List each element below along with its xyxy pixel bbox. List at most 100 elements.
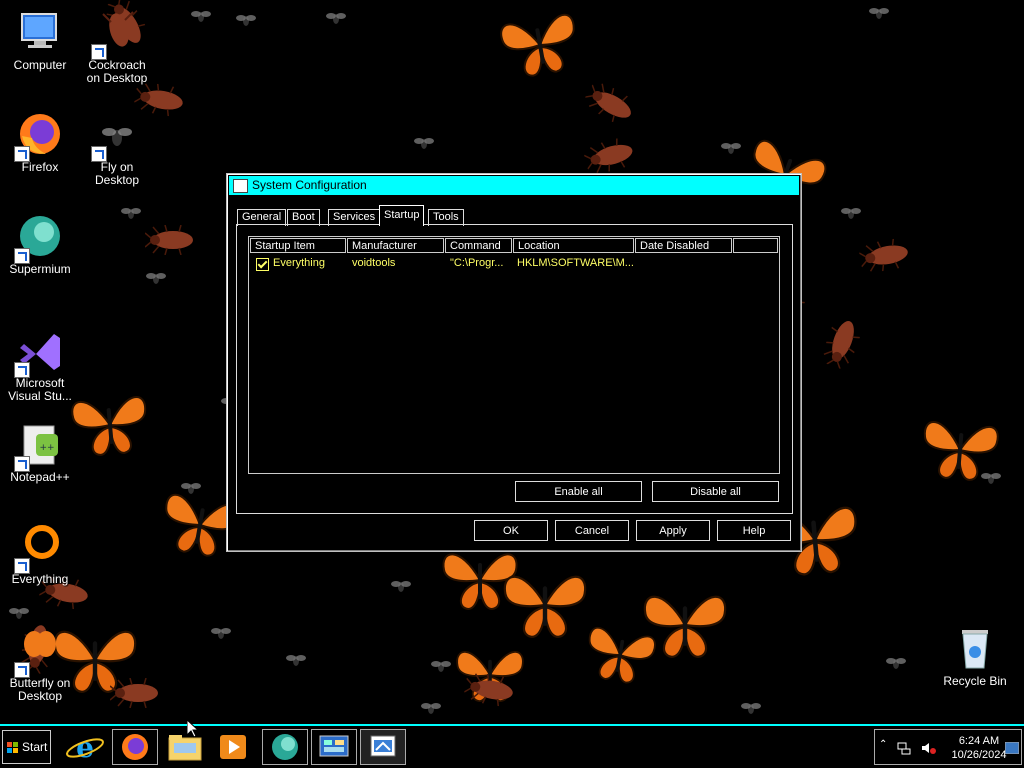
fly-decoration bbox=[8, 605, 30, 621]
column-header-location[interactable]: Location bbox=[513, 238, 634, 253]
desktop-icon-label: Butterfly on Desktop bbox=[9, 676, 71, 703]
fly-decoration bbox=[285, 652, 307, 668]
internet-explorer-icon: e bbox=[66, 731, 104, 764]
start-button[interactable]: Start bbox=[2, 730, 51, 764]
butterfly-decoration bbox=[495, 4, 586, 87]
show-desktop-icon[interactable] bbox=[1005, 742, 1019, 754]
taskbar-control-panel[interactable] bbox=[311, 729, 357, 765]
desktop-icon-fly[interactable]: Fly on Desktop bbox=[77, 118, 157, 187]
taskbar-internet-explorer[interactable]: e bbox=[62, 729, 108, 765]
notification-area: ⌃ 6:24 AM 10/26/2024 bbox=[874, 729, 1022, 765]
folder-icon bbox=[168, 735, 202, 761]
startup-tab-panel: Startup Item Manufacturer Command Locati… bbox=[236, 224, 793, 514]
desktop-icon-firefox[interactable]: Firefox bbox=[0, 110, 80, 174]
fly-decoration bbox=[390, 578, 412, 594]
table-row[interactable]: Everything voidtools "C:\Progr... HKLM\S… bbox=[249, 256, 779, 272]
desktop-icon-label: Computer bbox=[13, 58, 67, 72]
column-header-startup-item[interactable]: Startup Item bbox=[250, 238, 346, 253]
desktop-icon-butterfly[interactable]: Butterfly on Desktop bbox=[0, 626, 80, 703]
network-icon[interactable] bbox=[897, 741, 911, 755]
everything-icon bbox=[14, 522, 64, 574]
desktop-icon-recycle-bin[interactable]: Recycle Bin bbox=[935, 624, 1015, 688]
column-header-command[interactable]: Command bbox=[445, 238, 512, 253]
fly-decoration bbox=[720, 140, 742, 156]
media-player-icon bbox=[220, 735, 246, 759]
svg-text:++: ++ bbox=[39, 443, 54, 453]
firefox-icon bbox=[122, 734, 148, 760]
cell-location: HKLM\SOFTWARE\M... bbox=[517, 257, 634, 269]
taskbar-file-explorer[interactable] bbox=[162, 729, 208, 765]
windows-logo-icon bbox=[7, 742, 18, 753]
taskbar-system-configuration[interactable] bbox=[360, 729, 406, 765]
fly-decoration bbox=[980, 470, 1002, 486]
desktop-icon-everything[interactable]: Everything bbox=[0, 522, 80, 586]
column-header-date-disabled[interactable]: Date Disabled bbox=[635, 238, 732, 253]
show-hidden-icons-icon[interactable]: ⌃ bbox=[879, 739, 887, 750]
cancel-button[interactable]: Cancel bbox=[555, 520, 629, 541]
apply-button[interactable]: Apply bbox=[636, 520, 710, 541]
supermium-icon bbox=[272, 734, 298, 760]
fly-decoration bbox=[840, 205, 862, 221]
tab-startup[interactable]: Startup bbox=[379, 205, 425, 226]
computer-icon bbox=[16, 8, 64, 56]
fly-decoration bbox=[413, 135, 435, 151]
desktop-icon-label: Supermium bbox=[9, 262, 71, 276]
startup-item-checkbox[interactable] bbox=[256, 258, 269, 271]
dialog-title: System Configuration bbox=[252, 178, 367, 192]
butterfly-icon bbox=[14, 626, 64, 678]
desktop-icon-supermium[interactable]: Supermium bbox=[0, 212, 80, 276]
fly-decoration bbox=[235, 12, 257, 28]
fly-decoration bbox=[740, 700, 762, 716]
cell-manufacturer: voidtools bbox=[352, 257, 396, 269]
startup-items-list[interactable]: Startup Item Manufacturer Command Locati… bbox=[248, 236, 780, 474]
fly-icon bbox=[91, 118, 141, 162]
shortcut-arrow-icon bbox=[91, 44, 107, 60]
fly-decoration bbox=[430, 658, 452, 674]
cockroach-decoration bbox=[582, 133, 644, 176]
dialog-titlebar[interactable]: System Configuration bbox=[229, 176, 799, 195]
fly-decoration bbox=[210, 625, 232, 641]
help-button[interactable]: Help bbox=[717, 520, 791, 541]
shortcut-arrow-icon bbox=[14, 248, 30, 264]
taskbar-supermium[interactable] bbox=[262, 729, 308, 765]
supermium-icon bbox=[14, 212, 64, 264]
desktop-icon-visual-studio[interactable]: Microsoft Visual Stu... bbox=[0, 326, 80, 403]
taskbar-firefox[interactable] bbox=[112, 729, 158, 765]
shortcut-arrow-icon bbox=[14, 146, 30, 162]
desktop-icon-label: Everything bbox=[11, 572, 69, 586]
cockroach-icon bbox=[91, 8, 141, 60]
desktop-icon-label: Microsoft Visual Stu... bbox=[8, 376, 72, 403]
fly-decoration bbox=[180, 480, 202, 496]
fly-decoration bbox=[190, 8, 212, 24]
ok-button[interactable]: OK bbox=[474, 520, 548, 541]
desktop-icon-computer[interactable]: Computer bbox=[0, 8, 80, 72]
fly-decoration bbox=[145, 270, 167, 286]
cell-startup-item: Everything bbox=[273, 257, 325, 269]
mouse-cursor-icon bbox=[187, 720, 199, 738]
enable-all-button[interactable]: Enable all bbox=[515, 481, 642, 502]
desktop-icon-label: Recycle Bin bbox=[943, 674, 1007, 688]
notepad-plus-plus-icon: ++ bbox=[14, 420, 64, 472]
cell-command: "C:\Progr... bbox=[450, 257, 504, 269]
shortcut-arrow-icon bbox=[14, 662, 30, 678]
visual-studio-icon bbox=[14, 326, 64, 378]
shortcut-arrow-icon bbox=[91, 146, 107, 162]
desktop-icon-label: Cockroach on Desktop bbox=[86, 58, 148, 85]
fly-decoration bbox=[420, 700, 442, 716]
shortcut-arrow-icon bbox=[14, 558, 30, 574]
butterfly-decoration bbox=[501, 567, 589, 644]
svg-text:e: e bbox=[76, 731, 94, 764]
desktop-icon-label: Fly on Desktop bbox=[94, 160, 140, 187]
disable-all-button[interactable]: Disable all bbox=[652, 481, 779, 502]
desktop-icon-notepad-plus-plus[interactable]: ++ Notepad++ bbox=[0, 420, 80, 484]
control-panel-icon bbox=[319, 735, 349, 757]
cockroach-decoration bbox=[819, 309, 866, 372]
msconfig-icon bbox=[370, 735, 396, 757]
volume-muted-icon[interactable] bbox=[921, 741, 937, 755]
desktop-icon-label: Firefox bbox=[21, 160, 59, 174]
shortcut-arrow-icon bbox=[14, 456, 30, 472]
taskbar-media-player[interactable] bbox=[210, 729, 256, 765]
start-label: Start bbox=[22, 740, 48, 754]
desktop-icon-cockroach[interactable]: Cockroach on Desktop bbox=[77, 8, 157, 85]
column-header-manufacturer[interactable]: Manufacturer bbox=[347, 238, 444, 253]
